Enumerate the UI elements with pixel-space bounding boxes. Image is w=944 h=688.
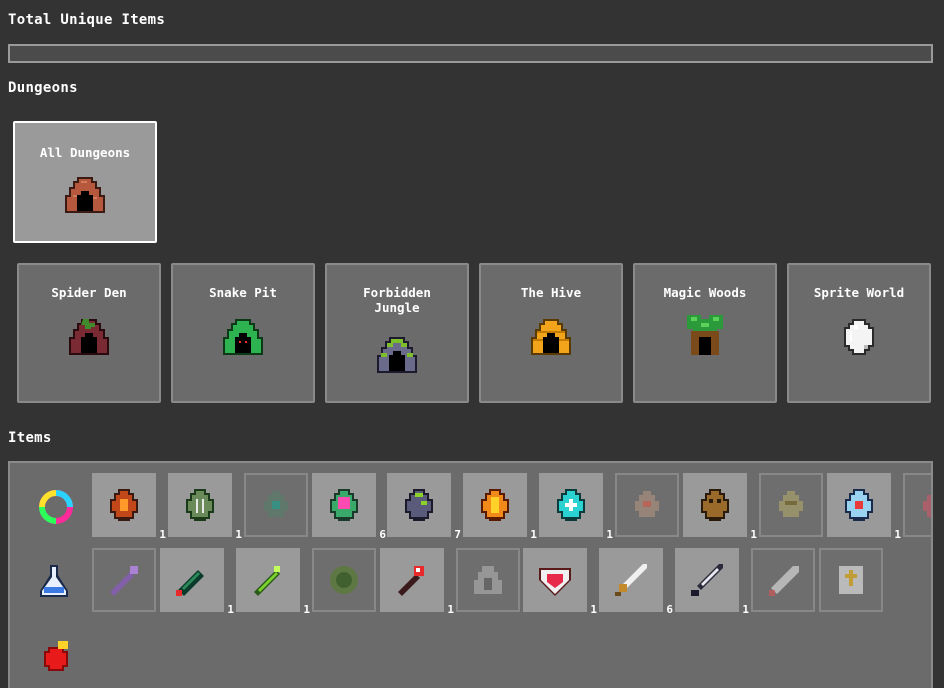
item-count: 1 — [303, 603, 310, 616]
item-slot[interactable] — [903, 473, 931, 537]
dungeon-label: Sprite World — [813, 285, 905, 300]
dungeon-card-forbidden-jungle[interactable]: Forbidden Jungle — [325, 263, 469, 403]
total-unique-items-title: Total Unique Items — [8, 12, 166, 28]
item-slot[interactable]: 1 — [683, 473, 757, 541]
red-scepter-icon — [398, 566, 424, 596]
total-progress-bar — [8, 44, 933, 63]
dungeon-label: Spider Den — [51, 285, 127, 300]
item-slot[interactable] — [751, 548, 815, 612]
dungeon-label: Snake Pit — [209, 285, 277, 300]
dungeon-card-all[interactable]: All Dungeons — [13, 121, 157, 243]
item-slot[interactable]: 1 — [168, 473, 242, 541]
teal-egg-icon — [264, 491, 288, 517]
item-count: 1 — [227, 603, 234, 616]
ice-egg-icon — [845, 489, 873, 521]
potion-icon[interactable] — [30, 557, 78, 605]
item-slot[interactable] — [244, 473, 308, 537]
magic-woods-icon — [687, 315, 723, 355]
item-slot[interactable]: 7 — [387, 473, 461, 541]
silver-sword-icon — [615, 564, 647, 596]
staff-icon — [110, 566, 138, 596]
item-count: 1 — [742, 603, 749, 616]
item-count: 1 — [590, 603, 597, 616]
item-count: 1 — [750, 528, 757, 541]
dungeon-label: Forbidden Jungle — [363, 285, 431, 315]
item-count: 1 — [447, 603, 454, 616]
items-panel: 1 1 6 7 1 1 1 1 1 1 1 1 6 1 — [8, 461, 933, 688]
spider-den-icon — [69, 319, 109, 355]
dungeon-label: All Dungeons — [39, 145, 131, 160]
dungeon-card-magic-woods[interactable]: Magic Woods — [633, 263, 777, 403]
rainbow-ring-icon[interactable] — [32, 483, 80, 531]
item-slot[interactable]: 1 — [827, 473, 901, 541]
item-slot[interactable]: 6 — [312, 473, 386, 541]
faded-sword-icon — [769, 566, 799, 596]
item-slot[interactable]: 1 — [523, 548, 597, 616]
striped-egg-icon — [186, 489, 214, 521]
snake-pit-icon — [223, 319, 263, 355]
hood-icon — [474, 566, 502, 594]
items-title: Items — [8, 430, 52, 446]
item-slot[interactable]: 6 — [599, 548, 673, 616]
red-gem-icon[interactable] — [32, 633, 80, 681]
gold-egg-icon — [481, 489, 509, 521]
dungeon-card-snake-pit[interactable]: Snake Pit — [171, 263, 315, 403]
moss-orb-icon — [330, 566, 358, 594]
pink-egg-icon — [330, 489, 358, 521]
item-count: 1 — [894, 528, 901, 541]
item-slot[interactable] — [92, 548, 156, 612]
dungeon-card-spider-den[interactable]: Spider Den — [17, 263, 161, 403]
item-slot[interactable]: 1 — [236, 548, 310, 616]
item-slot[interactable] — [819, 548, 883, 612]
partial-egg-icon — [923, 491, 931, 517]
dungeon-label: The Hive — [520, 285, 582, 300]
dungeon-card-sprite-world[interactable]: Sprite World — [787, 263, 931, 403]
dungeon-label: Magic Woods — [663, 285, 747, 300]
item-count: 1 — [235, 528, 242, 541]
tan-egg-icon — [779, 491, 803, 517]
item-slot[interactable]: 1 — [463, 473, 537, 541]
item-count: 1 — [530, 528, 537, 541]
faded-egg-icon — [635, 491, 659, 517]
brown-egg-icon — [701, 489, 729, 521]
cave-icon — [65, 177, 105, 213]
item-slot[interactable]: 1 — [675, 548, 749, 616]
item-count: 6 — [666, 603, 673, 616]
purple-egg-icon — [405, 489, 433, 521]
item-slot[interactable] — [759, 473, 823, 537]
item-slot[interactable]: 1 — [160, 548, 234, 616]
forbidden-jungle-icon — [377, 337, 417, 373]
dungeon-card-the-hive[interactable]: The Hive — [479, 263, 623, 403]
item-slot[interactable] — [312, 548, 376, 612]
sprite-world-icon — [844, 319, 874, 355]
dungeons-title: Dungeons — [8, 80, 78, 96]
cyan-egg-icon — [557, 489, 585, 521]
item-count: 1 — [606, 528, 613, 541]
item-slot[interactable] — [615, 473, 679, 537]
item-slot[interactable]: 1 — [380, 548, 454, 616]
item-count: 6 — [379, 528, 386, 541]
dark-wand-icon — [176, 570, 204, 596]
item-count: 1 — [159, 528, 166, 541]
item-slot[interactable] — [456, 548, 520, 612]
item-count: 7 — [454, 528, 461, 541]
green-wand-icon — [254, 566, 280, 596]
tome-icon — [839, 566, 863, 594]
item-slot[interactable]: 1 — [539, 473, 613, 541]
heart-armor-icon — [539, 568, 571, 596]
fire-egg-icon — [110, 489, 138, 521]
dark-sword-icon — [691, 564, 723, 596]
item-slot[interactable]: 1 — [92, 473, 166, 541]
hive-icon — [531, 319, 571, 355]
